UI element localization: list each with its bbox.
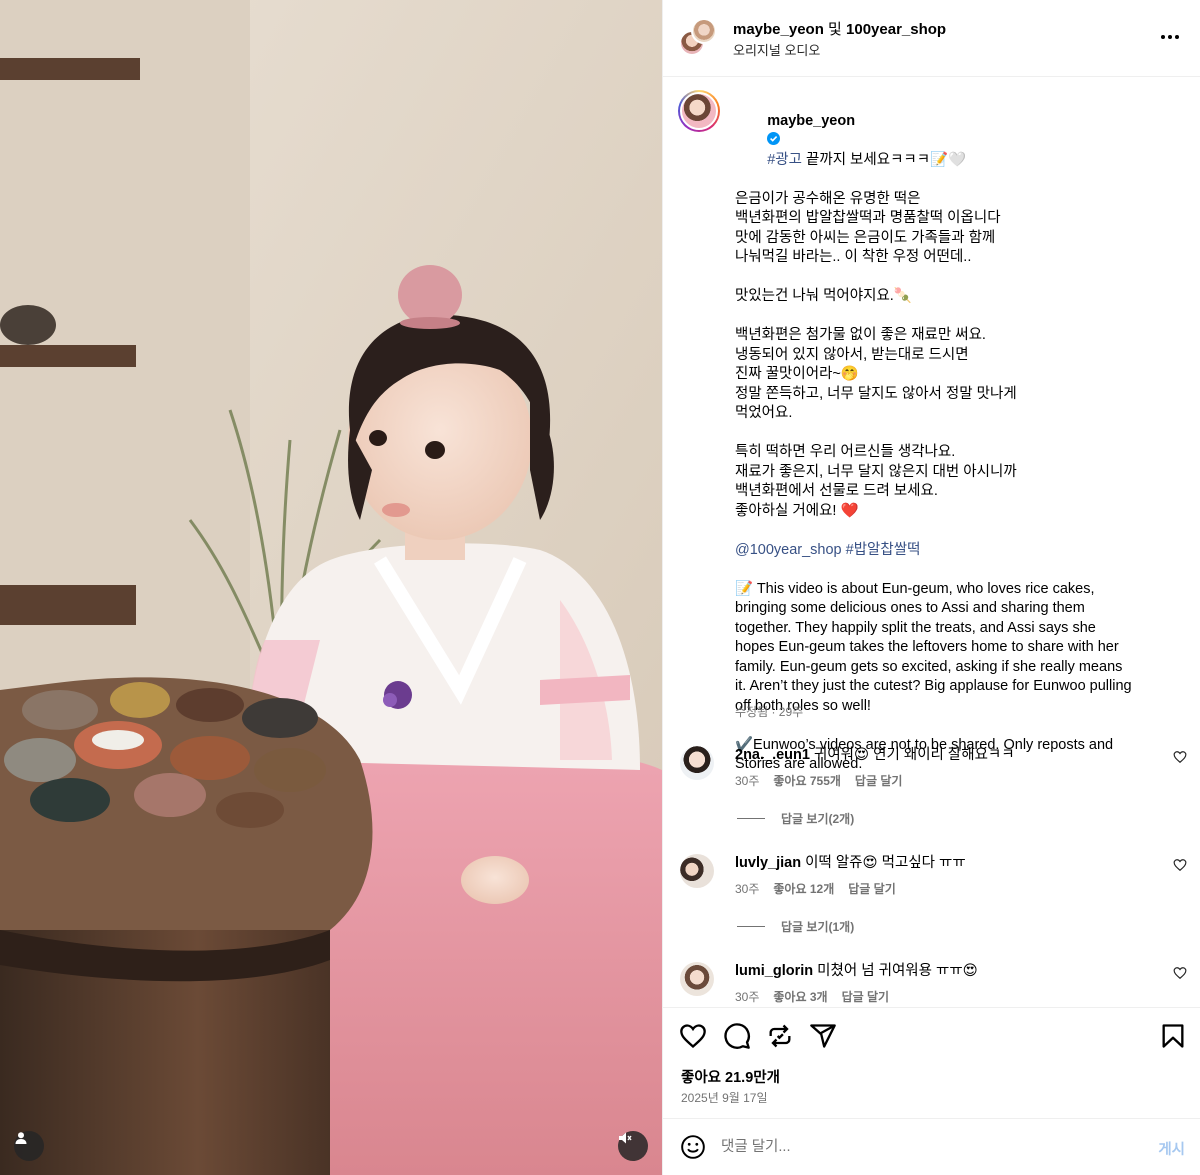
caption-line: it. Aren’t they just the cutest? Big app… (735, 678, 1132, 694)
verified-badge-icon (767, 132, 781, 145)
caption-line: 백년화편의 밥알찹쌀떡과 명품찰떡 이옵니다 (735, 210, 1001, 226)
comment-age: 30주 (735, 774, 760, 788)
comment-likes-link[interactable]: 좋아요 3개 (773, 988, 827, 1005)
collab-avatars[interactable] (679, 18, 719, 58)
post-authors: maybe_yeon 및 100year_shop (733, 18, 946, 39)
caption-line: 📝 This video is about Eun-geum, who love… (735, 580, 1095, 597)
caption-line: 진짜 꿀맛이어라~🤭 (735, 366, 859, 382)
avatar[interactable] (680, 962, 714, 996)
hashtag-link[interactable]: #광고 (767, 152, 802, 168)
caption-line: family. Eun-geum gets so excited, asking… (735, 658, 1123, 675)
caption-line: together. They happily split the treats,… (735, 619, 1096, 636)
caption-text: 끝까지 보세요ㅋㅋㅋ📝🤍 (801, 151, 967, 168)
caption-line: 특히 떡하면 우리 어르신들 생각나요. (735, 444, 956, 460)
caption-line: 좋아하실 거에요! ❤️ (735, 502, 859, 519)
view-replies-button[interactable]: 답글 보기(2개) (737, 810, 854, 827)
likes-count[interactable]: 좋아요 21.9만개 (681, 1066, 780, 1087)
add-comment-bar: 게시 (663, 1118, 1200, 1175)
view-replies-button[interactable]: 답글 보기(1개) (737, 918, 854, 935)
comment-likes-link[interactable]: 좋아요 755개 (773, 772, 841, 789)
post-header: maybe_yeon 및 100year_shop 오리지널 오디오 (663, 0, 1200, 77)
comment-age: 30주 (735, 990, 760, 1004)
caption-line: 냉동되어 있지 않아서, 받는대로 드시면 (735, 346, 969, 363)
post-comment-button[interactable]: 게시 (1158, 1138, 1185, 1159)
caption-tags-link[interactable]: @100year_shop #밥알찹쌀떡 (735, 541, 1175, 561)
comment-text: 이떡 알쥬😍 먹고싶다 ㅠㅠ (801, 855, 966, 871)
caption-timestamp: 수정됨 · 29주 (735, 705, 804, 719)
more-options-button[interactable] (1159, 27, 1181, 47)
avatar (691, 18, 717, 44)
heart-icon[interactable] (1173, 858, 1187, 872)
caption-line: 정말 쫀득하고, 너무 달지도 않아서 정말 맛나게 (735, 385, 1017, 402)
caption-line: 맛있는건 나눠 먹어야지요.🍡 (735, 288, 912, 304)
reply-button[interactable]: 답글 달기 (842, 988, 890, 1005)
caption-line: hopes Eun-geum takes the leftovers home … (735, 639, 1119, 655)
user-tag-icon (15, 1132, 27, 1144)
more-options-icon (1161, 35, 1179, 39)
caption-line: 백년화편에서 선물로 드려 보세요. (735, 483, 938, 499)
heart-icon[interactable] (1173, 966, 1187, 980)
post-caption: maybe_yeon #광고 끝까지 보세요ㅋㅋㅋ📝🤍 은금이가 공수해온 유명… (735, 92, 1175, 775)
comment-username-link[interactable]: lumi_glorin (735, 963, 813, 979)
sound-off-icon (619, 1132, 632, 1144)
author-username-link[interactable]: maybe_yeon (733, 21, 824, 38)
avatar (680, 92, 718, 130)
comment-likes-link[interactable]: 좋아요 12개 (773, 880, 834, 897)
comment-text: 귀여워😍 연기 왜이리 잘해요ㅋㅋ (809, 747, 1015, 763)
comment-username-link[interactable]: 2na._.eun1 (735, 747, 810, 763)
caption-line: 나눠먹길 바라는.. 이 착한 우정 어떤데.. (735, 249, 972, 265)
view-replies-label: 답글 보기(2개) (781, 812, 855, 826)
author-joiner: 및 (823, 21, 847, 38)
caption-line: 먹었어요. (735, 405, 793, 421)
comment-text: 미쳤어 넘 귀여워용 ㅠㅠ😍 (813, 963, 978, 979)
caption-line: 은금이가 공수해온 유명한 떡은 (735, 190, 921, 207)
avatar[interactable] (680, 854, 714, 888)
audio-link[interactable]: 오리지널 오디오 (733, 40, 820, 59)
heart-icon[interactable] (1173, 750, 1187, 764)
reply-button[interactable]: 답글 달기 (855, 772, 903, 789)
comment-age: 30주 (735, 882, 760, 896)
collaborator-username-link[interactable]: 100year_shop (846, 21, 946, 38)
bookmark-icon[interactable] (1159, 1022, 1187, 1050)
post-video-frame (0, 0, 662, 1175)
reply-button[interactable]: 답글 달기 (848, 880, 896, 897)
comment-input[interactable] (721, 1136, 1121, 1158)
caption-username-link[interactable]: maybe_yeon (767, 113, 855, 129)
caption-line: 재료가 좋은지, 너무 달지 않은지 대번 아시니까 (735, 463, 1017, 480)
repost-icon[interactable] (766, 1022, 794, 1050)
comment-username-link[interactable]: luvly_jian (735, 855, 801, 871)
tagged-users-button[interactable] (14, 1131, 44, 1161)
caption-line: 백년화편은 첨가물 없이 좋은 재료만 써요. (735, 327, 986, 343)
post-date[interactable]: 2025년 9월 17일 (681, 1089, 768, 1106)
post-actions: 좋아요 21.9만개 2025년 9월 17일 (663, 1007, 1200, 1117)
avatar[interactable] (680, 746, 714, 780)
caption-avatar[interactable] (678, 90, 720, 132)
sound-toggle-button[interactable] (618, 1131, 648, 1161)
post-side-panel: maybe_yeon 및 100year_shop 오리지널 오디오 maybe… (662, 0, 1200, 1175)
caption-line: bringing some delicious ones to Assi and… (735, 600, 1085, 616)
comment-icon[interactable] (723, 1022, 751, 1050)
heart-icon[interactable] (679, 1022, 707, 1050)
comments-scroll-area[interactable]: maybe_yeon #광고 끝까지 보세요ㅋㅋㅋ📝🤍 은금이가 공수해온 유명… (663, 78, 1200, 1006)
post-media[interactable] (0, 0, 662, 1175)
view-replies-label: 답글 보기(1개) (781, 920, 855, 934)
caption-line: 맛에 감동한 아씨는 은금이도 가족들과 함께 (735, 229, 996, 246)
share-icon[interactable] (809, 1022, 837, 1050)
emoji-icon[interactable] (680, 1134, 706, 1160)
